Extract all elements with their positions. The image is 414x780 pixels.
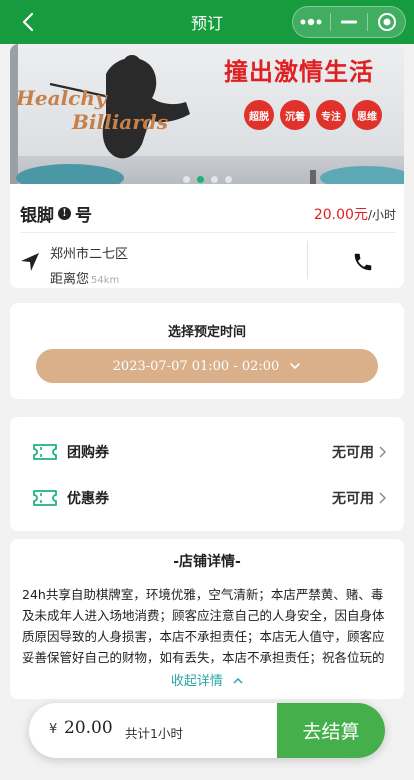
chevron-up-icon [233,677,243,684]
chevron-down-icon [290,363,301,369]
coupon-card: 团购券 无可用 优惠券 无可用 [10,417,404,531]
more-dots-icon [300,18,322,26]
price-value: 20.00元 [313,207,368,223]
close-mini-program-button[interactable] [368,7,405,37]
target-circle-icon [377,13,396,31]
info-icon: ! [58,206,71,220]
discount-coupon-row[interactable]: 优惠券 无可用 [10,478,404,518]
navigation-arrow-icon[interactable] [20,252,40,272]
chevron-right-icon [379,446,386,458]
coupon-status: 无可用 [332,491,374,507]
carousel-dot[interactable] [210,176,218,183]
carousel-dot[interactable] [182,176,190,183]
shop-name-part2: 号 [75,205,92,226]
price-unit: /小时 [367,208,396,222]
ticket-icon [33,444,57,460]
divider [307,241,308,279]
collapse-details-button[interactable]: 收起详情 [10,670,404,689]
banner-tag: 超脱 [244,100,274,130]
details-text: 24h共享自助棋牌室，环境优雅，空气清新；本店严禁黄、赌、毒及未成年人进入场地消… [22,587,385,665]
banner-tag: 思维 [352,100,382,130]
back-arrow-icon[interactable] [18,11,40,33]
coupon-status: 无可用 [332,445,374,461]
phone-icon[interactable] [352,251,374,273]
divider [20,232,396,233]
details-title: -店铺详情- [173,554,241,570]
collapse-label: 收起详情 [170,674,223,689]
currency-symbol: ¥ [49,722,58,737]
banner-logo-line1: Healchy [16,86,107,110]
shop-distance: 距离您 54km [50,268,119,287]
shop-address: 郑州市二七区 [50,247,129,262]
shop-name-part1: 银脚 [20,205,54,226]
shop-info-card: Healchy Billiards 撞出激情生活 超脱 沉着 专注 思维 银脚 … [10,44,404,288]
duration-summary: 共计1小时 [125,726,183,741]
carousel-dot[interactable] [224,176,232,183]
banner-tag: 专注 [316,100,346,130]
ticket-icon [33,490,57,506]
minimize-button[interactable] [331,7,368,37]
navigation-bar: 预订 [0,0,414,44]
page-title: 预订 [190,14,223,33]
banner-logo-line2: Billiards [72,110,169,134]
more-button[interactable] [293,7,330,37]
banner-tag: 沉着 [280,100,310,130]
selected-time-range: 2023-07-07 01:00 - 02:00 [112,358,280,374]
carousel-dot-active[interactable] [196,176,204,183]
shop-details-card: -店铺详情- 24h共享自助棋牌室，环境优雅，空气清新；本店严禁黄、赌、毒及未成… [10,539,404,699]
shop-name-row: 银脚 ! 号 20.00元/小时 [20,200,396,226]
chevron-right-icon [379,492,386,504]
coupon-name: 优惠券 [67,491,109,507]
banner-carousel[interactable]: Healchy Billiards 撞出激情生活 超脱 沉着 专注 思维 [10,44,404,184]
distance-label: 距离您 [50,272,90,287]
coupon-name: 团购券 [67,445,109,461]
hourly-price: 20.00元/小时 [314,204,396,224]
mini-program-capsule [292,6,406,38]
checkout-button[interactable]: 去结算 [277,703,385,758]
banner-slogan: 撞出激情生活 [224,58,374,86]
booking-time-card: 选择预定时间 2023-07-07 01:00 - 02:00 [10,303,404,399]
distance-value: 54km [91,275,120,286]
carousel-indicator [10,176,404,183]
group-buy-coupon-row[interactable]: 团购券 无可用 [10,432,404,472]
booking-time-label: 选择预定时间 [167,325,246,340]
time-picker-button[interactable]: 2023-07-07 01:00 - 02:00 [36,349,378,383]
checkout-bar: ¥ 20.00 共计1小时 去结算 [29,703,385,758]
total-amount: 20.00 [64,718,113,738]
minimize-icon [341,20,357,24]
